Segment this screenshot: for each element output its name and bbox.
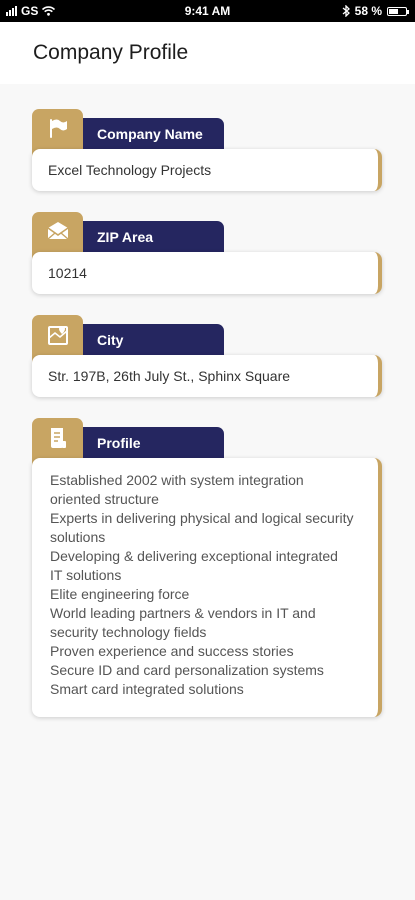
company-name-value: Excel Technology Projects — [48, 162, 212, 178]
section-zip-area: ZIP Area 10214 — [32, 212, 384, 296]
profile-line: Established 2002 with system integration — [50, 472, 304, 488]
section-label: Company Name — [83, 118, 224, 150]
profile-line: Developing & delivering exceptional inte… — [50, 548, 338, 564]
profile-line: Smart card integrated solutions — [50, 681, 244, 697]
profile-line: Proven experience and success stories — [50, 643, 294, 659]
profile-line: solutions — [50, 529, 106, 545]
profile-card: Established 2002 with system integration… — [32, 458, 382, 717]
profile-line: oriented structure — [50, 491, 159, 507]
profile-line: Elite engineering force — [50, 586, 190, 602]
zip-area-card: 10214 — [32, 252, 382, 294]
city-value: Str. 197B, 26th July St., Sphinx Square — [48, 368, 291, 384]
bluetooth-icon — [342, 5, 350, 17]
profile-line: Experts in delivering physical and logic… — [50, 510, 354, 526]
section-label: ZIP Area — [83, 221, 224, 253]
battery-percent: 58 % — [354, 4, 382, 18]
page-title: Company Profile — [33, 41, 189, 64]
zip-area-value: 10214 — [48, 265, 87, 281]
section-company-name: Company Name Excel Technology Projects — [32, 109, 384, 193]
company-name-card: Excel Technology Projects — [32, 149, 382, 191]
battery-level — [389, 8, 399, 14]
section-label: Profile — [83, 427, 224, 459]
status-right: 58 % — [342, 4, 409, 18]
section-profile: Profile Established 2002 with system int… — [32, 418, 384, 720]
profile-line: Secure ID and card personalization syste… — [50, 662, 324, 678]
app-header: Company Profile — [0, 22, 415, 84]
profile-line: IT solutions — [50, 567, 122, 583]
profile-line: World leading partners & vendors in IT a… — [50, 605, 316, 621]
battery-icon — [387, 6, 409, 16]
section-label: City — [83, 324, 224, 356]
status-bar: GS 9:41 AM 58 % — [0, 0, 415, 22]
section-city: City Str. 197B, 26th July St., Sphinx Sq… — [32, 315, 384, 399]
city-card: Str. 197B, 26th July St., Sphinx Square — [32, 355, 382, 397]
profile-line: security technology fields — [50, 624, 207, 640]
